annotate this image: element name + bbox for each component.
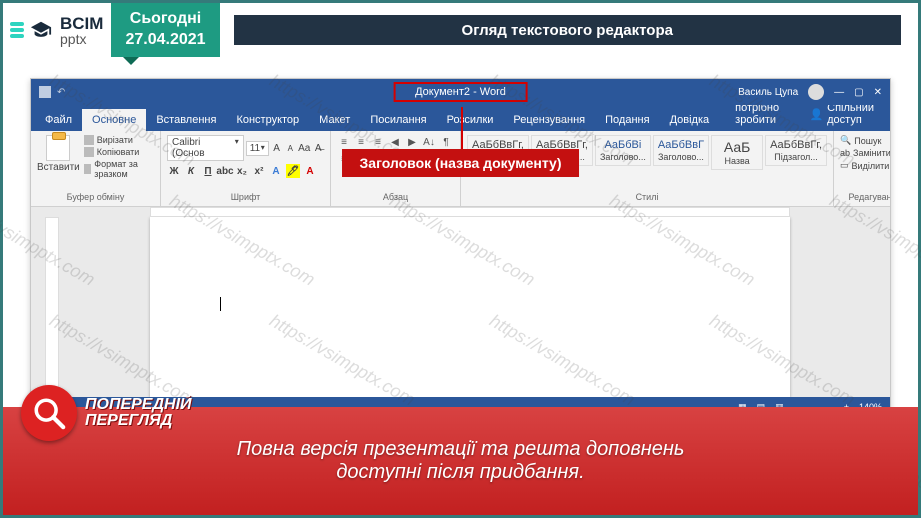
chevron-down-icon: ▾ xyxy=(261,143,265,154)
tab-layout[interactable]: Макет xyxy=(309,109,360,131)
strike-button[interactable]: abc xyxy=(218,164,232,178)
window-close-icon[interactable]: ✕ xyxy=(874,87,882,98)
style-heading2[interactable]: АаБбВвГЗаголово... xyxy=(653,135,709,166)
decrease-indent-button[interactable]: ◀ xyxy=(388,135,402,149)
tab-mailings[interactable]: Розсилки xyxy=(437,109,504,131)
multilevel-button[interactable]: ≡ xyxy=(371,135,385,149)
search-icon: 🔍 xyxy=(840,135,851,146)
undo-icon[interactable]: ↶ xyxy=(57,87,65,98)
word-titlebar: ↶ Документ2 - Word Василь Цупа — ▢ ✕ xyxy=(31,79,890,105)
tab-insert[interactable]: Вставлення xyxy=(146,109,226,131)
preview-overlay: ПОПЕРЕДНІЙ ПЕРЕГЛЯД Повна версія презент… xyxy=(3,407,918,515)
find-button[interactable]: 🔍Пошук xyxy=(840,135,891,146)
text-effects-button[interactable]: A xyxy=(269,164,283,178)
preview-msg-1: Повна версія презентації та решта доповн… xyxy=(237,438,685,461)
italic-button[interactable]: К xyxy=(184,164,198,178)
select-button[interactable]: ▭Виділити xyxy=(840,160,891,171)
underline-button[interactable]: П xyxy=(201,164,215,178)
cursor-icon: ▭ xyxy=(840,160,849,171)
word-window: ↶ Документ2 - Word Василь Цупа — ▢ ✕ Фай… xyxy=(30,78,891,418)
date-value: 27.04.2021 xyxy=(125,30,205,51)
highlight-button[interactable]: 🖊 xyxy=(286,164,300,178)
group-font: Calibri (Основ▾ 11▾ A A Aa A̶ Ж К П abc … xyxy=(161,131,331,206)
date-label: Сьогодні xyxy=(125,9,205,30)
style-title[interactable]: АаБНазва xyxy=(711,135,763,170)
window-maximize-icon[interactable]: ▢ xyxy=(854,87,863,98)
document-page[interactable] xyxy=(150,217,790,397)
vertical-ruler[interactable] xyxy=(45,217,59,397)
bold-button[interactable]: Ж xyxy=(167,164,181,178)
paste-icon xyxy=(46,135,70,161)
bullets-button[interactable]: ≡ xyxy=(337,135,351,149)
sort-button[interactable]: A↓ xyxy=(422,135,436,149)
callout-label: Заголовок (назва документу) xyxy=(342,149,580,177)
subscript-button[interactable]: x₂ xyxy=(235,164,249,178)
user-name: Василь Цупа xyxy=(738,87,798,98)
paste-button[interactable]: Вставити xyxy=(37,135,80,179)
tab-file[interactable]: Файл xyxy=(35,109,82,131)
avatar[interactable] xyxy=(808,84,824,100)
share-icon: 👤 xyxy=(809,108,823,121)
horizontal-ruler[interactable] xyxy=(150,207,790,217)
text-cursor xyxy=(220,297,221,311)
tab-view[interactable]: Подання xyxy=(595,109,659,131)
preview-badge: ПОПЕРЕДНІЙ ПЕРЕГЛЯД xyxy=(21,385,192,441)
document-area xyxy=(31,207,890,397)
copy-icon xyxy=(84,147,94,157)
tab-home[interactable]: Основне xyxy=(82,109,146,131)
group-editing: 🔍Пошук abЗамінити ▭Виділити Редагування xyxy=(834,131,891,206)
clear-format-button[interactable]: A̶ xyxy=(312,141,324,155)
superscript-button[interactable]: x² xyxy=(252,164,266,178)
shrink-font-button[interactable]: A xyxy=(284,141,296,155)
brush-icon xyxy=(84,164,92,174)
copy-button[interactable]: Копіювати xyxy=(84,147,154,157)
group-clipboard: Вставити Вирізати Копіювати Формат за зр… xyxy=(31,131,161,206)
tab-references[interactable]: Посилання xyxy=(360,109,436,131)
replace-button[interactable]: abЗамінити xyxy=(840,148,891,158)
save-icon[interactable] xyxy=(39,86,51,98)
increase-indent-button[interactable]: ▶ xyxy=(405,135,419,149)
replace-icon: ab xyxy=(840,148,850,158)
show-marks-button[interactable]: ¶ xyxy=(439,135,453,149)
date-badge: Сьогодні 27.04.2021 xyxy=(111,3,219,57)
grow-font-button[interactable]: A xyxy=(271,141,283,155)
font-name-select[interactable]: Calibri (Основ▾ xyxy=(167,135,244,161)
font-size-select[interactable]: 11▾ xyxy=(246,141,269,156)
callout-connector xyxy=(461,107,463,151)
scissors-icon xyxy=(84,135,94,145)
magnifier-icon xyxy=(21,385,77,441)
style-subtitle[interactable]: АаБбВвГг,Підзагол... xyxy=(765,135,827,166)
document-title: Документ2 - Word xyxy=(393,82,528,102)
style-heading1[interactable]: АаБбВіЗаголово... xyxy=(595,135,651,166)
font-color-button[interactable]: A xyxy=(303,164,317,178)
change-case-button[interactable]: Aa xyxy=(298,141,310,155)
numbering-button[interactable]: ≡ xyxy=(354,135,368,149)
tab-review[interactable]: Рецензування xyxy=(503,109,595,131)
tab-help[interactable]: Довідка xyxy=(660,109,720,131)
cut-button[interactable]: Вирізати xyxy=(84,135,154,145)
format-painter-button[interactable]: Формат за зразком xyxy=(84,159,154,179)
tab-design[interactable]: Конструктор xyxy=(226,109,309,131)
window-minimize-icon[interactable]: — xyxy=(834,87,844,98)
preview-msg-2: доступні після придбання. xyxy=(336,461,584,484)
chevron-down-icon: ▾ xyxy=(235,137,239,159)
